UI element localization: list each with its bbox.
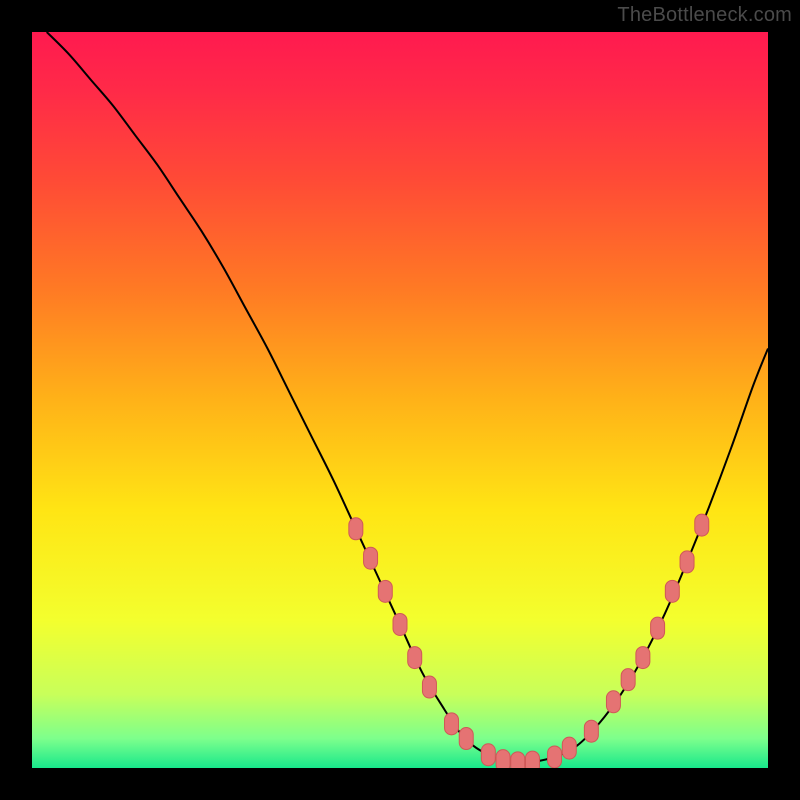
watermark-text: TheBottleneck.com bbox=[617, 4, 792, 27]
curve-marker bbox=[459, 728, 473, 750]
gradient-background bbox=[32, 32, 768, 768]
curve-marker bbox=[548, 746, 562, 768]
curve-marker bbox=[621, 669, 635, 691]
chart-frame: TheBottleneck.com bbox=[0, 0, 800, 800]
curve-marker bbox=[422, 676, 436, 698]
curve-marker bbox=[695, 514, 709, 536]
curve-marker bbox=[562, 737, 576, 759]
curve-marker bbox=[525, 751, 539, 768]
curve-marker bbox=[408, 647, 422, 669]
curve-marker bbox=[445, 713, 459, 735]
curve-marker bbox=[584, 720, 598, 742]
curve-marker bbox=[636, 647, 650, 669]
curve-marker bbox=[496, 750, 510, 768]
curve-marker bbox=[364, 547, 378, 569]
curve-marker bbox=[349, 518, 363, 540]
curve-marker bbox=[393, 613, 407, 635]
curve-marker bbox=[606, 691, 620, 713]
curve-marker bbox=[511, 752, 525, 768]
chart-svg bbox=[32, 32, 768, 768]
curve-marker bbox=[378, 580, 392, 602]
curve-marker bbox=[651, 617, 665, 639]
chart-plot-area bbox=[32, 32, 768, 768]
curve-marker bbox=[680, 551, 694, 573]
curve-marker bbox=[665, 580, 679, 602]
curve-marker bbox=[481, 744, 495, 766]
